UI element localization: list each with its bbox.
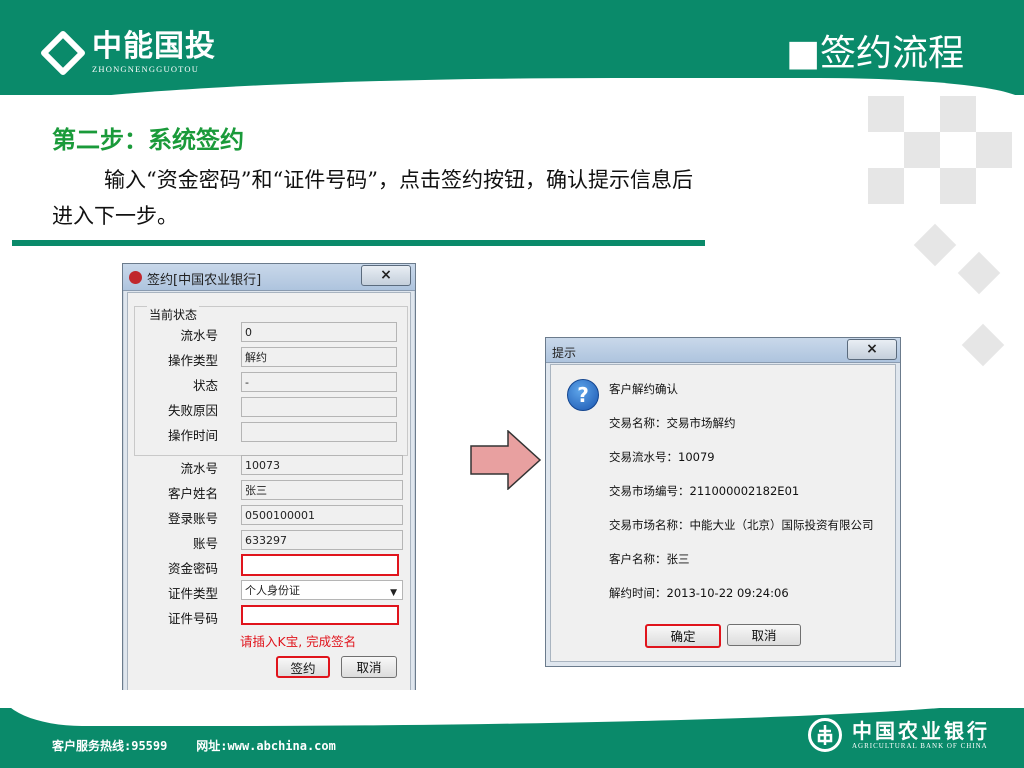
form-label-fund-password: 资金密码 — [167, 561, 218, 576]
form-label-serial: 流水号 — [180, 461, 218, 476]
sign-button[interactable]: 签约 — [276, 656, 330, 678]
form-label-id-type: 证件类型 — [167, 586, 218, 601]
hotline-text: 客户服务热线:95599 — [52, 739, 168, 753]
status-serial-field: 0 — [241, 322, 397, 342]
status-label-time: 操作时间 — [167, 428, 218, 443]
step-desc-line2: 进入下一步。 — [52, 204, 178, 228]
confirm-line: 客户解约确认 — [609, 382, 678, 396]
status-label-reason: 失败原因 — [167, 403, 218, 418]
confirm-line: 交易名称：交易市场解约 — [609, 416, 736, 430]
dropdown-arrow-icon: ▼ — [390, 588, 397, 598]
kbao-hint: 请插入K宝, 完成签名 — [240, 634, 357, 649]
step-title: 第二步：系统签约 — [52, 125, 244, 154]
cancel-button[interactable]: 取消 — [341, 656, 397, 678]
sign-dialog-titlebar: 签约[中国农业银行] × — [123, 264, 415, 291]
form-label-login: 登录账号 — [167, 511, 218, 526]
sign-dialog: 签约[中国农业银行] × 当前状态 流水号 0 操作类型 解约 状态 - 失败原… — [122, 263, 416, 699]
sign-dialog-title: 签约[中国农业银行] — [147, 273, 262, 288]
confirm-line: 客户名称：张三 — [609, 552, 690, 566]
form-label-name: 客户姓名 — [167, 486, 218, 501]
bank-name-cn: 中国农业银行 — [852, 719, 990, 743]
confirm-dialog-body: ? 客户解约确认 交易名称：交易市场解约 交易流水号：10079 交易市场编号：… — [550, 364, 896, 662]
form-account-field: 633297 — [241, 530, 403, 550]
status-reason-field — [241, 397, 397, 417]
brand-logo: 中能国投 ZHONGNENGGUOTOU — [40, 30, 216, 76]
ok-button[interactable]: 确定 — [645, 624, 721, 648]
status-group-legend: 当前状态 — [147, 306, 200, 323]
confirm-line: 交易市场名称：中能大业（北京）国际投资有限公司 — [609, 518, 874, 532]
confirm-dialog-title: 提示 — [552, 346, 577, 360]
brand-logo-icon — [40, 30, 86, 76]
form-name-field: 张三 — [241, 480, 403, 500]
form-label-id-number: 证件号码 — [167, 611, 218, 626]
brand-name-en: ZHONGNENGGUOTOU — [92, 64, 200, 74]
close-icon[interactable]: × — [847, 339, 897, 360]
id-type-select[interactable]: 个人身份证 ▼ — [241, 580, 403, 600]
status-time-field — [241, 422, 397, 442]
form-label-account: 账号 — [192, 536, 218, 551]
bank-name: 中国农业银行 AGRICULTURAL BANK OF CHINA — [852, 720, 990, 750]
step-desc-line1: 输入“资金密码”和“证件号码”，点击签约按钮，确认提示信息后 — [104, 168, 693, 192]
sign-dialog-body: 当前状态 流水号 0 操作类型 解约 状态 - 失败原因 操作时间 流水号 10… — [127, 292, 411, 694]
form-login-field: 0500100001 — [241, 505, 403, 525]
confirm-cancel-button[interactable]: 取消 — [727, 624, 801, 646]
status-optype-field: 解约 — [241, 347, 397, 367]
fund-password-input[interactable] — [241, 554, 399, 576]
question-icon: ? — [567, 379, 599, 411]
confirm-line: 交易市场编号：211000002182E01 — [609, 484, 800, 498]
abc-bank-logo: 中国农业银行 AGRICULTURAL BANK OF CHINA — [808, 718, 990, 752]
step-description: 输入“资金密码”和“证件号码”，点击签约按钮，确认提示信息后 进入下一步。 — [52, 162, 882, 234]
status-label-state: 状态 — [192, 378, 218, 393]
section-title: ■签约流程 — [785, 33, 964, 74]
brand-name-cn: 中能国投 — [92, 29, 216, 64]
confirm-line: 交易流水号：10079 — [609, 450, 715, 464]
bank-name-en: AGRICULTURAL BANK OF CHINA — [852, 742, 988, 750]
footer-contact: 客户服务热线:95599 网址:www.abchina.com — [52, 737, 336, 754]
status-label-optype: 操作类型 — [167, 353, 218, 368]
status-label-serial: 流水号 — [180, 328, 218, 343]
abc-bank-icon — [129, 271, 142, 284]
form-serial-field: 10073 — [241, 455, 403, 475]
confirm-dialog-titlebar: 提示 × — [546, 338, 900, 363]
id-number-input[interactable] — [241, 605, 399, 625]
divider-rule — [12, 240, 705, 246]
confirm-line: 解约时间：2013-10-22 09:24:06 — [609, 586, 789, 600]
close-icon[interactable]: × — [361, 265, 411, 286]
right-arrow-icon — [470, 429, 542, 494]
brand-text: 中能国投 ZHONGNENGGUOTOU — [92, 29, 216, 75]
abc-bank-logo-icon — [808, 718, 842, 752]
website-link[interactable]: 网址:www.abchina.com — [196, 739, 336, 753]
status-state-field: - — [241, 372, 397, 392]
id-type-value: 个人身份证 — [245, 584, 300, 597]
confirm-dialog: 提示 × ? 客户解约确认 交易名称：交易市场解约 交易流水号：10079 交易… — [545, 337, 901, 667]
